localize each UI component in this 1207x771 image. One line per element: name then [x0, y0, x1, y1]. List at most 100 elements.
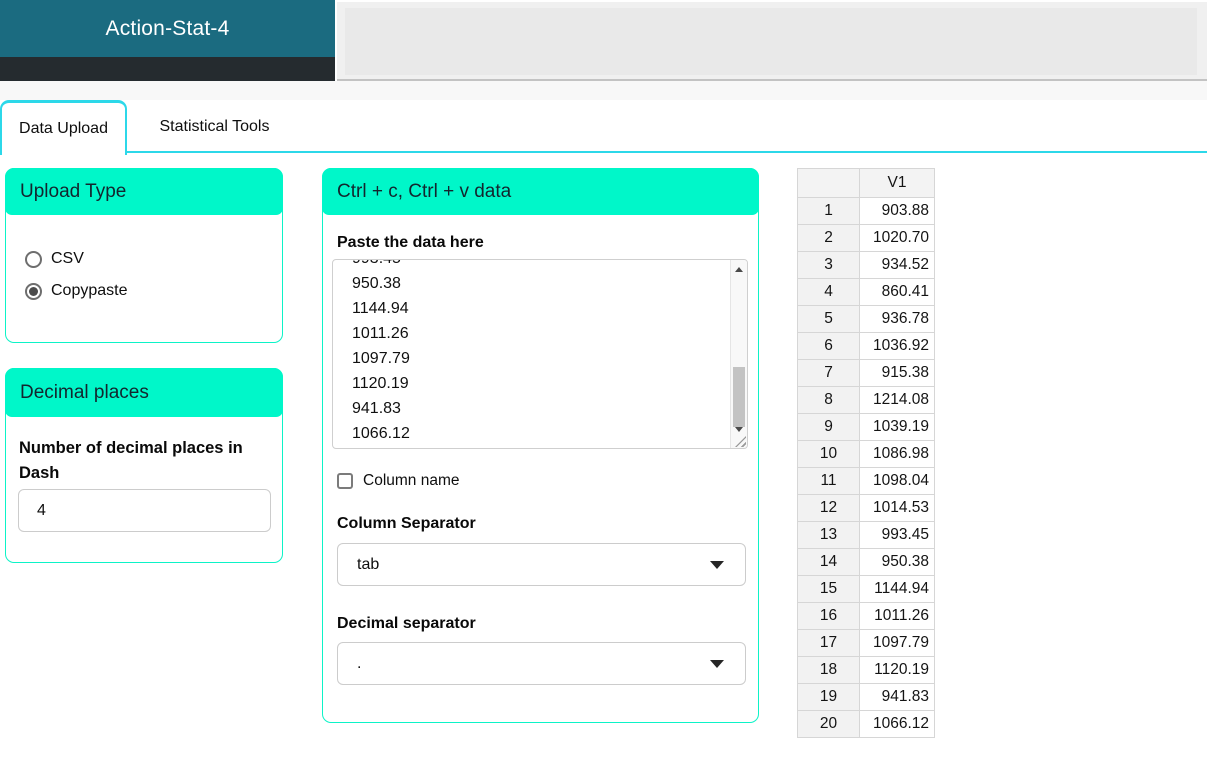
row-number-cell: 20	[797, 710, 860, 738]
upload-type-card: Upload Type CSV Copypaste	[5, 168, 283, 343]
row-number-cell: 13	[797, 521, 860, 549]
paste-textarea-lines: 993.45 950.38 1144.94 1011.26 1097.79 1120.19…	[333, 260, 410, 446]
radio-option-csv[interactable]: CSV	[25, 250, 282, 268]
textarea-line: 950.38	[352, 275, 401, 292]
row-number-cell: 19	[797, 683, 860, 711]
table-row: 8 1214.08	[797, 386, 935, 414]
value-cell: 1066.12	[859, 710, 935, 738]
row-number-cell: 4	[797, 278, 860, 306]
value-cell: 1039.19	[859, 413, 935, 441]
table-row: 16 1011.26	[797, 602, 935, 630]
tab-data-upload[interactable]: Data Upload	[0, 100, 127, 155]
decimal-separator-label: Decimal separator	[337, 615, 476, 632]
radio-label: Copypaste	[51, 282, 128, 299]
table-row: 6 1036.92	[797, 332, 935, 360]
row-number-cell: 18	[797, 656, 860, 684]
chevron-down-icon	[710, 561, 724, 569]
table-row: 3 934.52	[797, 251, 935, 279]
row-number-cell: 1	[797, 197, 860, 225]
value-cell: 1144.94	[859, 575, 935, 603]
row-number-cell: 7	[797, 359, 860, 387]
paste-data-card: Ctrl + c, Ctrl + v data Paste the data h…	[322, 168, 759, 723]
value-cell: 903.88	[859, 197, 935, 225]
row-number-cell: 9	[797, 413, 860, 441]
table-row: 19 941.83	[797, 683, 935, 711]
table-header: V1	[797, 168, 935, 198]
row-number-cell: 5	[797, 305, 860, 333]
value-cell: 950.38	[859, 548, 935, 576]
column-separator-select[interactable]: tab	[337, 543, 746, 586]
decimal-places-input[interactable]: 4	[18, 489, 271, 532]
column-separator-value: tab	[357, 555, 380, 573]
row-number-cell: 3	[797, 251, 860, 279]
table-row: 20 1066.12	[797, 710, 935, 738]
table-row: 15 1144.94	[797, 575, 935, 603]
value-cell: 993.45	[859, 521, 935, 549]
textarea-line: 1097.79	[352, 350, 410, 367]
scroll-down-button[interactable]	[731, 421, 747, 437]
value-cell: 1097.79	[859, 629, 935, 657]
row-number-cell: 15	[797, 575, 860, 603]
row-number-cell: 2	[797, 224, 860, 252]
value-cell: 1098.04	[859, 467, 935, 495]
textarea-line: 993.45	[352, 260, 410, 271]
scroll-up-icon	[735, 266, 743, 272]
table-row: 7 915.38	[797, 359, 935, 387]
value-cell: 915.38	[859, 359, 935, 387]
table-row: 12 1014.53	[797, 494, 935, 522]
scrollbar-thumb[interactable]	[733, 367, 745, 427]
upload-type-card-header: Upload Type	[5, 168, 283, 215]
table-body: 1 903.88 2 1020.70 3 934.52 4 860.41 5 936.78 6 103…	[797, 197, 935, 738]
decimal-places-card-title: Decimal places	[20, 381, 149, 403]
value-cell: 1120.19	[859, 656, 935, 684]
table-row: 9 1039.19	[797, 413, 935, 441]
value-cell: 941.83	[859, 683, 935, 711]
table-header-index	[797, 168, 860, 198]
row-number-cell: 16	[797, 602, 860, 630]
data-preview-table: V1 1 903.88 2 1020.70 3 934.52 4 860.41 5 936.78 6…	[797, 168, 935, 738]
decimal-places-value: 4	[37, 501, 46, 519]
row-number-cell: 10	[797, 440, 860, 468]
column-name-label: Column name	[363, 472, 460, 489]
value-cell: 1036.92	[859, 332, 935, 360]
textarea-line: 1120.19	[352, 375, 409, 392]
row-number-cell: 12	[797, 494, 860, 522]
app-root: Action-Stat-4 Data Upload Statistical To…	[0, 0, 1207, 771]
radio-option-copypaste[interactable]: Copypaste	[25, 282, 282, 300]
row-number-cell: 6	[797, 332, 860, 360]
table-row: 17 1097.79	[797, 629, 935, 657]
textarea-line: 1144.94	[352, 300, 409, 317]
textarea-line: 1066.12	[352, 425, 410, 442]
paste-textarea[interactable]: 993.45 950.38 1144.94 1011.26 1097.79 1120.19…	[332, 259, 748, 449]
tab-statistical-tools[interactable]: Statistical Tools	[127, 103, 302, 151]
textarea-line: 941.83	[352, 400, 401, 417]
decimal-separator-select[interactable]: .	[337, 642, 746, 685]
radio-icon[interactable]	[25, 282, 42, 300]
radio-icon[interactable]	[25, 250, 42, 268]
column-name-checkbox-row[interactable]: Column name	[337, 472, 460, 490]
tab-statistical-tools-label: Statistical Tools	[159, 118, 270, 135]
textarea-scrollbar[interactable]	[730, 260, 747, 448]
table-row: 11 1098.04	[797, 467, 935, 495]
scroll-down-icon	[735, 426, 743, 432]
table-row: 5 936.78	[797, 305, 935, 333]
value-cell: 936.78	[859, 305, 935, 333]
value-cell: 1014.53	[859, 494, 935, 522]
upload-type-card-title: Upload Type	[20, 180, 127, 202]
row-number-cell: 17	[797, 629, 860, 657]
row-number-cell: 11	[797, 467, 860, 495]
header-nav-panel	[337, 2, 1207, 81]
paste-here-label: Paste the data here	[337, 234, 484, 251]
column-separator-label: Column Separator	[337, 515, 476, 532]
column-name-checkbox[interactable]	[337, 473, 353, 489]
scroll-up-button[interactable]	[731, 261, 747, 277]
value-cell: 1086.98	[859, 440, 935, 468]
table-row: 13 993.45	[797, 521, 935, 549]
paste-data-card-header: Ctrl + c, Ctrl + v data	[322, 168, 759, 215]
value-cell: 1214.08	[859, 386, 935, 414]
decimal-places-card-header: Decimal places	[5, 368, 283, 417]
tab-data-upload-label: Data Upload	[19, 120, 108, 137]
table-row: 1 903.88	[797, 197, 935, 225]
table-row: 18 1120.19	[797, 656, 935, 684]
table-row: 10 1086.98	[797, 440, 935, 468]
